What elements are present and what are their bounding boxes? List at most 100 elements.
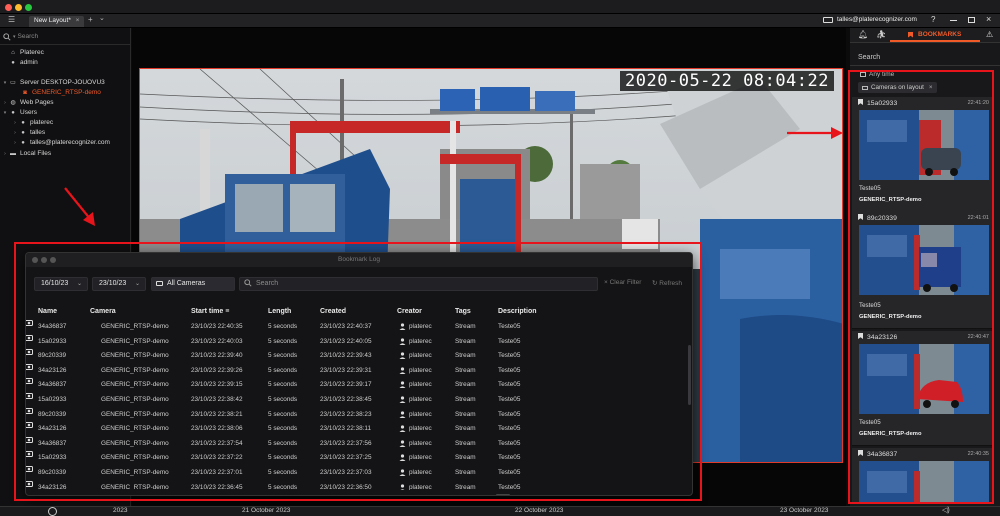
bookmark-thumbnail[interactable] — [859, 225, 989, 295]
scrollbar-thumb[interactable] — [688, 345, 691, 405]
table-cell-name: 34a23126 — [38, 366, 67, 374]
table-row[interactable]: 15a02933 GENERIC_RTSP-demo 23/10/23 22:37:… — [26, 451, 686, 466]
date-to-picker[interactable]: 23/10/23 ⌄ — [92, 277, 146, 291]
table-row[interactable]: 34a23126 GENERIC_RTSP-demo 23/10/23 22:36:… — [26, 480, 686, 490]
table-row[interactable]: 34a36837 GENERIC_RTSP-demo 23/10/23 22:40:… — [26, 320, 686, 335]
table-cell-description: Teste05 — [498, 323, 521, 330]
close-dialog-button[interactable] — [32, 257, 38, 263]
camera-filter-button[interactable]: All Cameras — [151, 277, 235, 291]
bookmark-card[interactable]: 15a02933 22:41:20 Teste05 GENERIC_RTSP-d… — [852, 97, 993, 226]
column-header-creator[interactable]: Creator — [397, 308, 422, 315]
table-cell-creator: platerec — [409, 439, 432, 447]
notifications-tab[interactable]: 🔔︎ — [858, 30, 868, 39]
table-cell-name: 15a02933 — [38, 396, 67, 403]
column-header-description[interactable]: Description — [498, 308, 537, 315]
chevron-down-icon[interactable]: ▾ — [2, 110, 8, 116]
bookmark-tag: Teste05 — [859, 302, 881, 309]
chevron-right-icon[interactable]: › — [12, 120, 18, 126]
column-header-start-time[interactable]: Start time ≡ — [191, 308, 229, 315]
tree-item-users[interactable]: ▾ ● Users — [2, 108, 37, 117]
refresh-button[interactable]: ↻ Refresh — [652, 279, 682, 287]
table-row[interactable]: 34a36837 GENERIC_RTSP-demo 23/10/23 22:37:… — [26, 436, 686, 452]
table-cell-creator: platerec — [409, 352, 432, 360]
close-tab-icon[interactable]: × — [76, 17, 80, 24]
minimize-dialog-button[interactable] — [41, 257, 47, 263]
tree-item-local-files[interactable]: › ▬ Local Files — [2, 149, 51, 158]
tree-item-user-talles-email[interactable]: › ● talles@platerecognizer.com — [12, 138, 110, 147]
table-row[interactable]: 15a02933 GENERIC_RTSP-demo 23/10/23 22:38:… — [26, 393, 686, 408]
tab-new-layout[interactable]: New Layout* × — [29, 16, 85, 27]
resize-handle[interactable] — [496, 494, 510, 495]
column-header-camera[interactable]: Camera — [90, 308, 116, 315]
date-from-picker[interactable]: 16/10/23 ⌄ — [34, 277, 88, 291]
account-label[interactable]: talles@platerecognizer.com — [837, 16, 917, 23]
motion-tab[interactable]: ⛹︎ — [876, 30, 886, 39]
chevron-right-icon[interactable]: › — [12, 140, 18, 146]
zoom-window-button[interactable] — [25, 4, 32, 11]
chevron-right-icon[interactable]: › — [12, 130, 18, 136]
table-cell-description: Teste05 — [498, 366, 521, 374]
timeline[interactable]: 2023 21 October 2023 22 October 2023 23 … — [0, 506, 1000, 516]
column-header-name[interactable]: Name — [38, 308, 57, 315]
table-row[interactable]: 34a23126 GENERIC_RTSP-demo 23/10/23 22:38:… — [26, 422, 686, 437]
tree-item-user-talles[interactable]: › ● talles — [12, 128, 45, 137]
tree-item-user-platerec[interactable]: › ● platerec — [12, 118, 53, 127]
table-cell-description: Teste05 — [498, 483, 521, 490]
bookmark-thumbnail[interactable] — [859, 461, 989, 503]
bookmark-thumbnail[interactable] — [859, 110, 989, 180]
chevron-right-icon[interactable]: › — [2, 151, 8, 157]
search-input[interactable]: Search — [18, 33, 39, 40]
bookmark-thumbnail[interactable] — [859, 344, 989, 414]
bookmark-search-field[interactable]: Search — [239, 277, 598, 291]
warning-icon[interactable]: ⚠ — [986, 30, 993, 39]
table-row[interactable]: 89c20339 GENERIC_RTSP-demo 23/10/23 22:39:… — [26, 349, 686, 364]
add-tab-icon[interactable]: + — [88, 15, 93, 24]
timeline-handle[interactable] — [48, 507, 57, 516]
clear-filter-button[interactable]: × Clear Filter — [604, 279, 641, 286]
tree-item-label: talles@platerecognizer.com — [30, 139, 110, 146]
user-icon — [399, 440, 406, 449]
divider — [850, 65, 1000, 66]
zoom-dialog-button[interactable] — [50, 257, 56, 263]
time-filter[interactable]: Any time — [860, 71, 894, 78]
column-header-tags[interactable]: Tags — [455, 308, 471, 315]
chevron-right-icon[interactable]: › — [2, 100, 8, 106]
tab-bookmarks[interactable]: BOOKMARKS — [908, 31, 961, 38]
clear-filter-label: Clear Filter — [609, 279, 642, 286]
table-row[interactable]: 34a23126 GENERIC_RTSP-demo 23/10/23 22:39:… — [26, 363, 686, 379]
tabs-dropdown-icon[interactable]: ⌄ — [99, 14, 105, 22]
user-icon: ● — [21, 119, 25, 126]
minimize-icon[interactable] — [950, 20, 957, 21]
cameras-filter-chip[interactable]: Cameras on layout × — [858, 82, 937, 93]
close-window-button[interactable] — [5, 4, 12, 11]
minimize-window-button[interactable] — [15, 4, 22, 11]
maximize-icon[interactable] — [968, 17, 975, 23]
bookmark-card[interactable]: 34a23126 22:40:47 Teste05 GENERIC_RTSP-d… — [852, 331, 993, 446]
tree-item-server[interactable]: ▾ ▭ Server DESKTOP-JOUOVU3 — [2, 78, 105, 87]
table-cell-name: 89c20339 — [38, 410, 67, 418]
table-cell-tags: Stream — [455, 352, 476, 360]
bookmark-card[interactable]: 89c20339 22:41:01 Teste05 GENERIC_RTSP-d… — [852, 212, 993, 329]
column-header-created[interactable]: Created — [320, 308, 346, 315]
remove-filter-icon[interactable]: × — [929, 84, 933, 91]
column-header-length[interactable]: Length — [268, 308, 291, 315]
tree-search[interactable]: ▾ Search — [3, 31, 128, 42]
help-icon[interactable]: ? — [931, 15, 935, 24]
table-row[interactable]: 89c20339 GENERIC_RTSP-demo 23/10/23 22:38:… — [26, 407, 686, 423]
tree-item-platerec[interactable]: ⌂ Platerec — [9, 48, 44, 57]
table-row[interactable]: 15a02933 GENERIC_RTSP-demo 23/10/23 22:40:… — [26, 334, 686, 350]
bookmarks-search-input[interactable]: Search — [858, 54, 880, 61]
cloud-icon — [823, 17, 833, 23]
chevron-down-icon[interactable]: ▾ — [2, 80, 8, 86]
table-row[interactable]: 34a36837 GENERIC_RTSP-demo 23/10/23 22:39:… — [26, 378, 686, 393]
tree-item-web-pages[interactable]: › ◍ Web Pages — [2, 98, 53, 107]
close-icon[interactable]: × — [986, 14, 991, 24]
server-icon: ▭ — [10, 80, 16, 86]
volume-icon[interactable]: ◁) — [942, 506, 950, 514]
bookmark-card[interactable]: 34a36837 22:40:35 — [852, 448, 993, 504]
hamburger-menu-icon[interactable]: ☰ — [8, 15, 15, 24]
tree-item-camera[interactable]: ◙ GENERIC_RTSP-demo — [21, 88, 101, 97]
table-row[interactable]: 89c20339 GENERIC_RTSP-demo 23/10/23 22:37:… — [26, 466, 686, 481]
tree-item-admin[interactable]: ● admin — [9, 58, 38, 67]
search-input[interactable]: Search — [256, 280, 278, 287]
